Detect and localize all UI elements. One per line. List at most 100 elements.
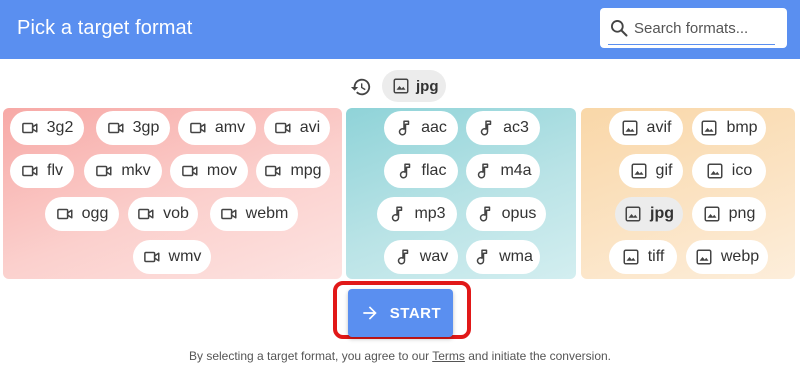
format-chip-label: tiff bbox=[647, 248, 665, 265]
format-chip-label: flv bbox=[47, 162, 63, 179]
format-chip-jpg[interactable]: jpg bbox=[615, 197, 683, 231]
format-chip-label: wmv bbox=[168, 248, 202, 265]
format-chip-label: bmp bbox=[726, 119, 758, 136]
image-icon bbox=[704, 206, 720, 222]
format-chip-label: mov bbox=[206, 162, 238, 179]
format-chip-3gp[interactable]: 3gp bbox=[96, 111, 170, 145]
format-chip-mp3[interactable]: mp3 bbox=[377, 197, 457, 231]
format-chip-vob[interactable]: vob bbox=[128, 197, 198, 231]
history-icon[interactable] bbox=[350, 76, 372, 98]
format-chip-label: gif bbox=[655, 162, 673, 179]
search-underline bbox=[608, 44, 775, 45]
video-camera-icon bbox=[265, 165, 281, 177]
format-chip-label: ico bbox=[731, 162, 753, 179]
format-chip-avi[interactable]: avi bbox=[264, 111, 330, 145]
music-note-icon bbox=[397, 249, 409, 265]
video-camera-icon bbox=[274, 122, 291, 134]
format-chip-label: mkv bbox=[121, 162, 151, 179]
image-icon bbox=[625, 206, 641, 222]
format-chip-png[interactable]: png bbox=[692, 197, 766, 231]
format-chip-wma[interactable]: wma bbox=[466, 240, 540, 274]
selected-format-chip[interactable]: jpg bbox=[382, 70, 446, 102]
footer-text-after: and initiate the conversion. bbox=[464, 349, 611, 363]
music-note-icon bbox=[392, 206, 403, 222]
start-label: START bbox=[389, 304, 442, 322]
format-chip-tiff[interactable]: tiff bbox=[609, 240, 677, 274]
image-icon bbox=[623, 249, 639, 265]
format-chip-label: flac bbox=[421, 162, 447, 179]
video-camera-icon bbox=[107, 122, 124, 134]
format-chip-label: mp3 bbox=[414, 205, 446, 222]
format-chip-label: aac bbox=[421, 119, 447, 136]
format-chip-3g2[interactable]: 3g2 bbox=[10, 111, 84, 145]
format-chip-label: jpg bbox=[650, 205, 674, 222]
search-box[interactable] bbox=[600, 8, 787, 48]
image-icon bbox=[696, 249, 712, 265]
music-note-icon bbox=[476, 249, 488, 265]
format-chip-label: 3gp bbox=[132, 119, 160, 136]
format-chip-amv[interactable]: amv bbox=[178, 111, 256, 145]
format-chip-webp[interactable]: webp bbox=[686, 240, 768, 274]
image-icon bbox=[707, 163, 723, 179]
format-chip-label: webp bbox=[720, 248, 760, 265]
search-icon bbox=[611, 20, 628, 37]
video-camera-icon bbox=[56, 208, 73, 220]
format-chip-gif[interactable]: gif bbox=[619, 154, 683, 188]
format-chip-m4a[interactable]: m4a bbox=[466, 154, 540, 188]
terms-link[interactable]: Terms bbox=[432, 349, 465, 363]
footer-note: By selecting a target format, you agree … bbox=[0, 349, 800, 363]
search-input[interactable] bbox=[634, 16, 774, 40]
music-note-icon bbox=[398, 120, 410, 136]
format-chip-label: mpg bbox=[290, 162, 322, 179]
header-bar: Pick a target format bbox=[0, 0, 800, 59]
format-chip-label: 3g2 bbox=[46, 119, 74, 136]
format-chip-label: webm bbox=[245, 205, 289, 222]
audio-formats-panel bbox=[346, 108, 576, 279]
video-camera-icon bbox=[21, 122, 38, 134]
video-camera-icon bbox=[22, 165, 38, 177]
format-chip-ac3[interactable]: ac3 bbox=[466, 111, 540, 145]
format-chip-bmp[interactable]: bmp bbox=[692, 111, 766, 145]
format-chip-wmv[interactable]: wmv bbox=[133, 240, 211, 274]
format-chip-flv[interactable]: flv bbox=[10, 154, 74, 188]
format-chip-label: ac3 bbox=[503, 119, 529, 136]
format-chip-label: png bbox=[728, 205, 756, 222]
format-chip-aac[interactable]: aac bbox=[384, 111, 458, 145]
format-chip-avif[interactable]: avif bbox=[609, 111, 683, 145]
selected-format-label: jpg bbox=[416, 77, 439, 95]
format-chip-label: vob bbox=[163, 205, 189, 222]
format-chip-label: amv bbox=[214, 119, 246, 136]
selected-format-row: jpg bbox=[0, 70, 800, 102]
video-camera-icon bbox=[96, 165, 112, 177]
format-chip-label: opus bbox=[501, 205, 537, 222]
video-camera-icon bbox=[138, 208, 154, 220]
video-camera-icon bbox=[182, 165, 198, 177]
format-chip-label: wav bbox=[419, 248, 449, 265]
format-chip-wav[interactable]: wav bbox=[384, 240, 458, 274]
format-chip-label: avi bbox=[299, 119, 321, 136]
format-chip-ico[interactable]: ico bbox=[692, 154, 766, 188]
format-chip-label: ogg bbox=[81, 205, 109, 222]
video-camera-icon bbox=[190, 122, 206, 134]
music-note-icon bbox=[479, 206, 490, 222]
format-chip-opus[interactable]: opus bbox=[466, 197, 546, 231]
format-chip-label: m4a bbox=[500, 162, 532, 179]
format-chip-label: avif bbox=[646, 119, 672, 136]
music-note-icon bbox=[480, 120, 492, 136]
image-icon bbox=[631, 163, 647, 179]
format-chip-label: wma bbox=[499, 248, 533, 265]
video-camera-icon bbox=[143, 251, 160, 263]
arrow-right-icon bbox=[363, 306, 377, 320]
format-chip-mov[interactable]: mov bbox=[170, 154, 248, 188]
page-title: Pick a target format bbox=[17, 17, 193, 39]
music-note-icon bbox=[478, 163, 489, 179]
format-chip-mpg[interactable]: mpg bbox=[256, 154, 330, 188]
format-chip-mkv[interactable]: mkv bbox=[84, 154, 162, 188]
format-chip-webm[interactable]: webm bbox=[210, 197, 298, 231]
video-camera-icon bbox=[220, 208, 237, 220]
format-chip-flac[interactable]: flac bbox=[384, 154, 458, 188]
start-button[interactable]: START bbox=[348, 289, 453, 337]
image-icon bbox=[622, 120, 638, 136]
image-icon bbox=[393, 78, 409, 94]
format-chip-ogg[interactable]: ogg bbox=[45, 197, 119, 231]
